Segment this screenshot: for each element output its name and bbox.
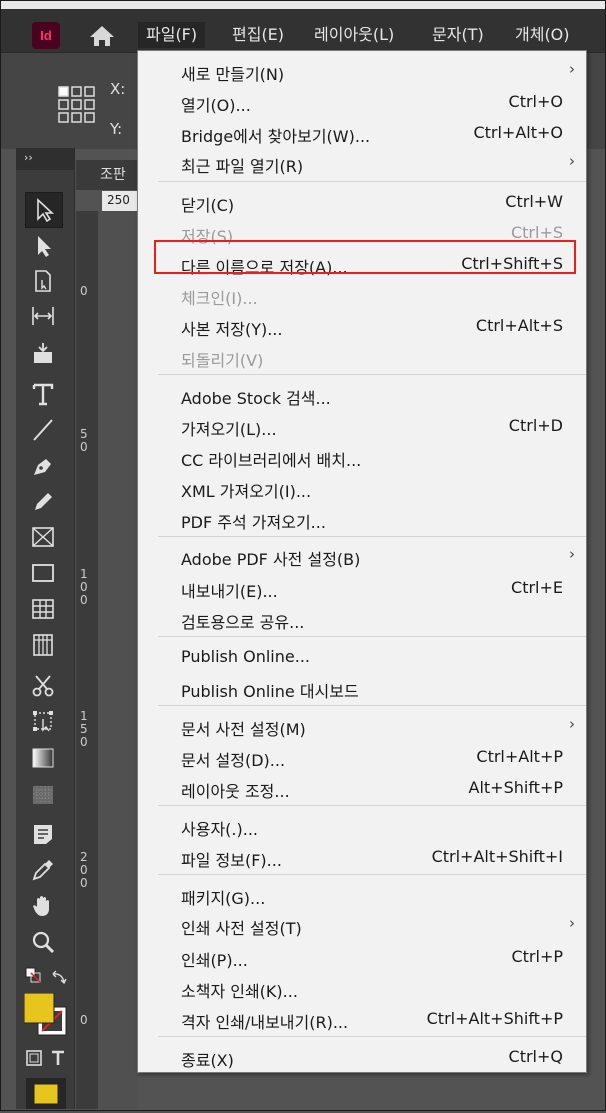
menu-item-close[interactable]: 닫기(C) Ctrl+W [138,187,586,218]
submenu-arrow-icon: › [569,715,575,733]
menu-item-adobe-pdf-presets[interactable]: Adobe PDF 사전 설정(B) › [138,541,586,572]
vertical-ruler-label: 1 0 0 [80,567,88,607]
zoom-tool-icon[interactable] [25,925,61,959]
direct-selection-tool-icon[interactable] [25,229,61,263]
menu-separator [158,181,586,182]
x-label: X: [110,80,126,98]
menu-item-open[interactable]: 열기(O)... Ctrl+O [138,87,586,118]
gap-tool-icon[interactable] [25,299,61,333]
note-tool-icon[interactable] [25,817,61,851]
eyedropper-tool-icon[interactable] [25,853,61,887]
vertical-ruler-label: 2 0 0 [80,850,88,890]
pencil-tool-icon[interactable] [25,485,61,519]
menu-item-export[interactable]: 내보내기(E)... Ctrl+E [138,573,586,604]
default-colors-icon[interactable] [25,967,41,983]
menu-item-publish-online-dashboard[interactable]: Publish Online 대시보드 [138,673,586,704]
scissors-tool-icon[interactable] [25,669,61,703]
menu-item-share-for-review[interactable]: 검토용으로 공유... [138,604,586,635]
type-tool-icon[interactable] [25,377,61,411]
menu-type[interactable]: 문자(T) [424,22,492,48]
rectangle-frame-tool-icon[interactable] [25,520,61,554]
menu-layout[interactable]: 레이아웃(L) [306,22,402,48]
menu-item-exit[interactable]: 종료(X) Ctrl+Q [138,1042,586,1073]
pen-tool-icon[interactable] [25,449,61,483]
menu-separator [158,374,586,375]
menu-item-open-recent[interactable]: 최근 파일 열기(R) › [138,148,586,179]
document-tab[interactable]: 조판 [100,164,126,184]
swap-colors-icon[interactable] [50,970,68,986]
reference-point-icon[interactable] [58,86,96,124]
menu-item-package[interactable]: 패키지(G)... [138,880,586,911]
menu-separator [158,805,586,806]
vertical-ruler-label: 1 5 0 [80,709,88,749]
menu-item-browse-in-bridge[interactable]: Bridge에서 찾아보기(W)... Ctrl+Alt+O [138,118,586,149]
gradient-feather-tool-icon[interactable] [25,778,61,812]
vertical-ruler-label: 5 0 [80,427,88,454]
menu-item-publish-online[interactable]: Publish Online... [138,642,586,673]
menu-edit[interactable]: 편집(E) [224,22,292,48]
vertical-ruler [76,211,98,1109]
save-as-highlight-box [154,240,576,274]
column-grid-icon[interactable] [25,628,61,662]
indesign-app-icon[interactable]: Id [32,22,60,49]
submenu-arrow-icon: › [569,914,575,932]
menu-item-print[interactable]: 인쇄(P)... Ctrl+P [138,942,586,973]
menu-object[interactable]: 개체(O) [507,22,578,48]
menu-separator [158,705,586,706]
file-menu-dropdown: 새로 만들기(N) › 열기(O)... Ctrl+O Bridge에서 찾아보기(… [137,50,587,1073]
title-strip [1,1,605,9]
submenu-arrow-icon: › [569,545,575,563]
menu-item-import-xml[interactable]: XML 가져오기(I)... [138,473,586,504]
menu-item-new[interactable]: 새로 만들기(N) › [138,56,586,87]
menu-item-adjust-layout[interactable]: 레이아웃 조정... Alt+Shift+P [138,773,586,804]
menu-item-save-copy[interactable]: 사본 저장(Y)... Ctrl+Alt+S [138,311,586,342]
menu-separator [158,1036,586,1037]
table-tool-icon[interactable] [25,592,61,626]
horizontal-ruler: 250 [102,191,138,211]
free-transform-tool-icon[interactable] [25,704,61,738]
rectangle-tool-icon[interactable] [25,556,61,590]
collapse-icon[interactable]: ›› [24,151,33,164]
line-tool-icon[interactable] [25,413,61,447]
menu-item-import-pdf-comments[interactable]: PDF 주석 가져오기... [138,504,586,535]
menu-separator [158,536,586,537]
hand-tool-icon[interactable] [25,889,61,923]
selection-tool-icon[interactable] [25,192,63,228]
gradient-swatch-tool-icon[interactable] [25,741,61,775]
formatting-container-icon[interactable] [26,1050,42,1066]
vertical-ruler-label: 0 [80,1013,88,1027]
menu-item-print-export-grid[interactable]: 격자 인쇄/내보내기(R)... Ctrl+Alt+Shift+P [138,1004,586,1035]
menu-item-check-in: 체크인(I)... [181,289,258,308]
content-collector-icon[interactable] [25,336,61,370]
menu-item-adobe-stock[interactable]: Adobe Stock 검색... [138,380,586,411]
menu-separator [158,874,586,875]
submenu-arrow-icon: › [569,60,575,78]
menu-item-document-presets[interactable]: 문서 사전 설정(M) › [138,711,586,742]
menu-item-user[interactable]: 사용자(.)... [138,811,586,842]
ruler-label: 250 [107,193,130,207]
menu-item-place-from-cc-library[interactable]: CC 라이브러리에서 배치... [138,442,586,473]
menu-item-print-presets[interactable]: 인쇄 사전 설정(T) › [138,910,586,941]
menu-item-document-setup[interactable]: 문서 설정(D)... Ctrl+Alt+P [138,742,586,773]
view-mode-icon[interactable] [26,1078,66,1109]
vertical-ruler-label: 0 [80,284,88,298]
fill-stroke-swatch[interactable] [23,992,68,1037]
menu-item-revert: 되돌리기(V) [181,351,264,370]
menu-file[interactable]: 파일(F) [138,22,206,48]
menu-item-print-booklet[interactable]: 소책자 인쇄(K)... [138,973,586,1004]
tools-panel-header[interactable]: ›› [16,148,74,170]
document-canvas[interactable] [98,211,138,1109]
page-tool-icon[interactable] [25,264,61,298]
menu-item-place[interactable]: 가져오기(L)... Ctrl+D [138,411,586,442]
menu-item-file-info[interactable]: 파일 정보(F)... Ctrl+Alt+Shift+I [138,842,586,873]
submenu-arrow-icon: › [569,152,575,170]
y-label: Y: [110,120,123,138]
formatting-text-icon[interactable] [50,1049,66,1067]
home-icon[interactable] [88,24,116,48]
menu-separator [158,636,586,637]
